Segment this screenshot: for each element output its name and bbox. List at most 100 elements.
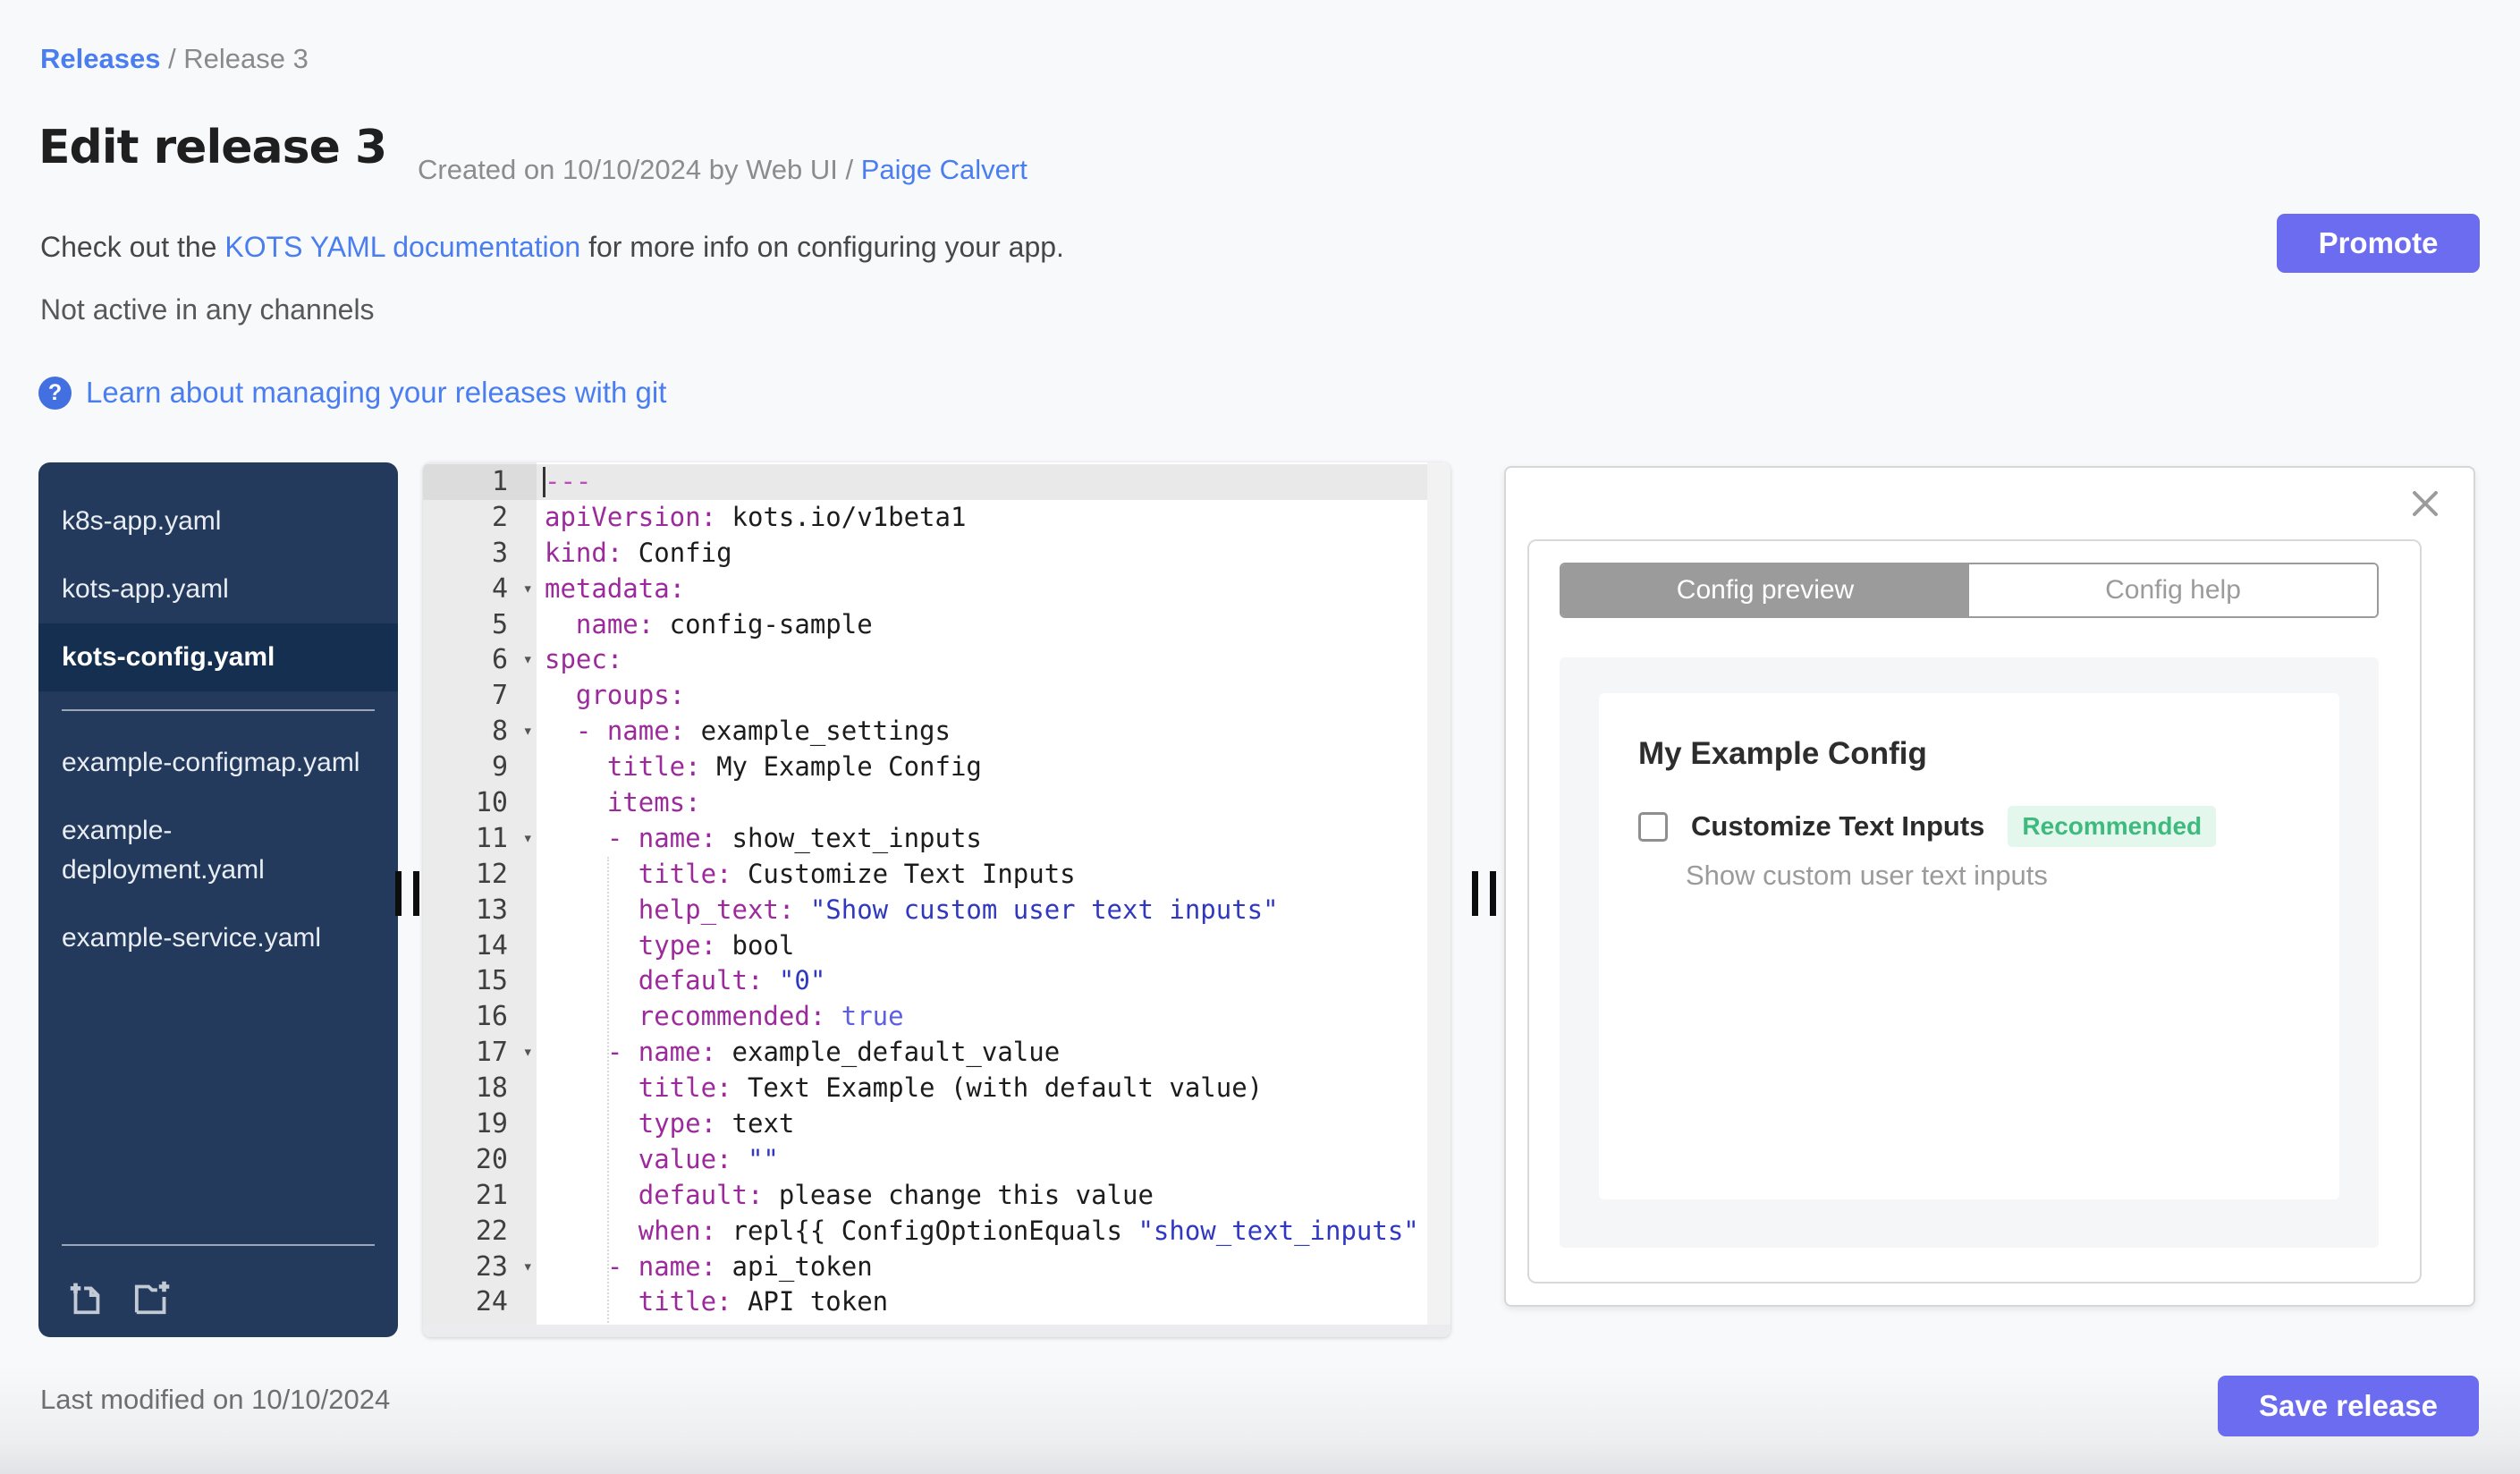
code-line-9[interactable]: 9 title: My Example Config xyxy=(423,750,1450,785)
line-number: 10 xyxy=(475,787,508,819)
doc-line: Check out the KOTS YAML documentation fo… xyxy=(40,231,1064,264)
line-number: 18 xyxy=(475,1072,508,1105)
sidebar-bottom xyxy=(38,1244,398,1337)
line-number: 24 xyxy=(475,1286,508,1318)
close-icon[interactable] xyxy=(2409,487,2441,520)
editor-resize-handle[interactable] xyxy=(1472,871,1497,916)
code-line-15[interactable]: 15 default: "0" xyxy=(423,963,1450,999)
line-number: 4 ▾ xyxy=(423,572,537,607)
text-cursor xyxy=(543,467,545,497)
fold-arrow-icon[interactable]: ▾ xyxy=(523,1035,533,1071)
code-line-5[interactable]: 5 name: config-sample xyxy=(423,607,1450,643)
line-number: 7 xyxy=(491,680,508,712)
customize-text-inputs-checkbox[interactable] xyxy=(1638,811,1668,842)
line-number: 19 xyxy=(475,1108,508,1140)
file-item-example-service.yaml[interactable]: example-service.yaml xyxy=(38,904,398,972)
fold-arrow-icon[interactable]: ▾ xyxy=(523,572,533,607)
promote-button[interactable]: Promote xyxy=(2277,214,2480,273)
config-group-title: My Example Config xyxy=(1638,736,1927,771)
file-list-main: k8s-app.yaml kots-app.yaml kots-config.yam… xyxy=(38,487,398,691)
code-line-17[interactable]: 17 ▾ - name: example_default_value xyxy=(423,1035,1450,1071)
breadcrumb: Releases / Release 3 xyxy=(40,43,309,75)
code-line-20[interactable]: 20 value: "" xyxy=(423,1142,1450,1178)
sidebar-resize-handle[interactable] xyxy=(395,871,420,916)
recommended-badge: Recommended xyxy=(2008,806,2217,847)
last-modified-text: Last modified on 10/10/2024 xyxy=(40,1384,391,1415)
code-line-14[interactable]: 14 type: bool xyxy=(423,928,1450,964)
doc-prefix: Check out the xyxy=(40,231,225,263)
git-help-row: ? Learn about managing your releases wit… xyxy=(38,376,666,410)
line-number: 15 xyxy=(475,965,508,997)
config-item-help-text: Show custom user text inputs xyxy=(1686,860,2048,891)
code-line-22[interactable]: 22 when: repl{{ ConfigOptionEquals "show… xyxy=(423,1214,1450,1250)
tab-config-help[interactable]: Config help xyxy=(1969,564,2377,616)
code-line-19[interactable]: 19 type: text xyxy=(423,1106,1450,1142)
question-mark-icon[interactable]: ? xyxy=(38,376,72,410)
file-item-example-configmap.yaml[interactable]: example-configmap.yaml xyxy=(38,729,398,797)
vertical-scrollbar[interactable] xyxy=(1427,462,1450,1325)
line-number: 11 ▾ xyxy=(423,821,537,857)
config-card: My Example Config Customize Text Inputs … xyxy=(1599,693,2339,1199)
line-number: 9 xyxy=(491,751,508,784)
code-line-4[interactable]: 4 ▾ metadata: xyxy=(423,572,1450,607)
created-text: Created on 10/10/2024 by Web UI / xyxy=(418,154,861,185)
code-line-16[interactable]: 16 recommended: true xyxy=(423,999,1450,1035)
channel-status: Not active in any channels xyxy=(40,293,375,326)
doc-suffix: for more info on configuring your app. xyxy=(580,231,1064,263)
config-preview-panel: Config preview Config help My Example Co… xyxy=(1504,466,2475,1307)
code-line-23[interactable]: 23 ▾ - name: api_token xyxy=(423,1250,1450,1285)
horizontal-scrollbar[interactable] xyxy=(423,1325,1450,1337)
line-number: 23 ▾ xyxy=(423,1250,537,1285)
fold-arrow-icon[interactable]: ▾ xyxy=(523,714,533,750)
fold-arrow-icon[interactable]: ▾ xyxy=(523,821,533,857)
release-editor-page: Releases / Release 3 Edit release 3 Crea… xyxy=(0,0,2520,1474)
file-item-k8s-app.yaml[interactable]: k8s-app.yaml xyxy=(38,487,398,555)
yaml-code-editor[interactable]: 1 --- 2 apiVersion: kots.io/v1beta1 3 kind: C… xyxy=(423,462,1450,1337)
code-line-24[interactable]: 24 title: API token xyxy=(423,1284,1450,1320)
breadcrumb-current: / Release 3 xyxy=(160,43,309,74)
line-number: 22 xyxy=(475,1215,508,1247)
kots-yaml-doc-link[interactable]: KOTS YAML documentation xyxy=(224,231,580,263)
tab-config-preview[interactable]: Config preview xyxy=(1561,564,1969,616)
code-line-11[interactable]: 11 ▾ - name: show_text_inputs xyxy=(423,821,1450,857)
save-release-button[interactable]: Save release xyxy=(2218,1376,2479,1436)
sidebar-bottom-divider xyxy=(62,1244,375,1246)
config-item-row: Customize Text Inputs Recommended xyxy=(1638,806,2217,847)
line-number: 21 xyxy=(475,1179,508,1211)
code-line-1[interactable]: 1 --- xyxy=(423,464,1450,500)
line-number: 1 xyxy=(423,464,537,500)
line-number: 5 xyxy=(491,608,508,640)
line-number: 12 xyxy=(475,858,508,890)
preview-area: My Example Config Customize Text Inputs … xyxy=(1560,657,2379,1248)
author-link[interactable]: Paige Calvert xyxy=(861,154,1027,185)
footer-shade xyxy=(0,1367,2520,1474)
code-line-13[interactable]: 13 help_text: "Show custom user text inp… xyxy=(423,893,1450,928)
git-releases-link[interactable]: Learn about managing your releases with … xyxy=(86,376,666,410)
new-folder-icon[interactable] xyxy=(133,1276,174,1317)
line-number: 3 xyxy=(491,537,508,569)
fold-arrow-icon[interactable]: ▾ xyxy=(523,1250,533,1285)
code-line-3[interactable]: 3 kind: Config xyxy=(423,536,1450,572)
line-number: 8 ▾ xyxy=(423,714,537,750)
file-item-example-deployment.yaml[interactable]: example-deployment.yaml xyxy=(38,797,398,904)
code-line-10[interactable]: 10 items: xyxy=(423,785,1450,821)
code-line-7[interactable]: 7 groups: xyxy=(423,678,1450,714)
code-lines: 1 --- 2 apiVersion: kots.io/v1beta1 3 kind: C… xyxy=(423,462,1450,1337)
line-number: 17 ▾ xyxy=(423,1035,537,1071)
code-line-21[interactable]: 21 default: please change this value xyxy=(423,1178,1450,1214)
code-line-2[interactable]: 2 apiVersion: kots.io/v1beta1 xyxy=(423,500,1450,536)
line-number: 13 xyxy=(475,894,508,926)
line-number: 6 ▾ xyxy=(423,642,537,678)
code-line-8[interactable]: 8 ▾ - name: example_settings xyxy=(423,714,1450,750)
file-item-kots-config.yaml[interactable]: kots-config.yaml xyxy=(38,623,398,691)
code-line-18[interactable]: 18 title: Text Example (with default val… xyxy=(423,1071,1450,1106)
page-title: Edit release 3 xyxy=(38,121,387,174)
breadcrumb-releases-link[interactable]: Releases xyxy=(40,43,160,74)
fold-arrow-icon[interactable]: ▾ xyxy=(523,642,533,678)
new-file-icon[interactable] xyxy=(65,1276,106,1317)
code-line-6[interactable]: 6 ▾ spec: xyxy=(423,642,1450,678)
file-item-kots-app.yaml[interactable]: kots-app.yaml xyxy=(38,555,398,623)
preview-tabbar: Config preview Config help xyxy=(1560,563,2379,618)
line-number: 20 xyxy=(475,1143,508,1175)
code-line-12[interactable]: 12 title: Customize Text Inputs xyxy=(423,857,1450,893)
